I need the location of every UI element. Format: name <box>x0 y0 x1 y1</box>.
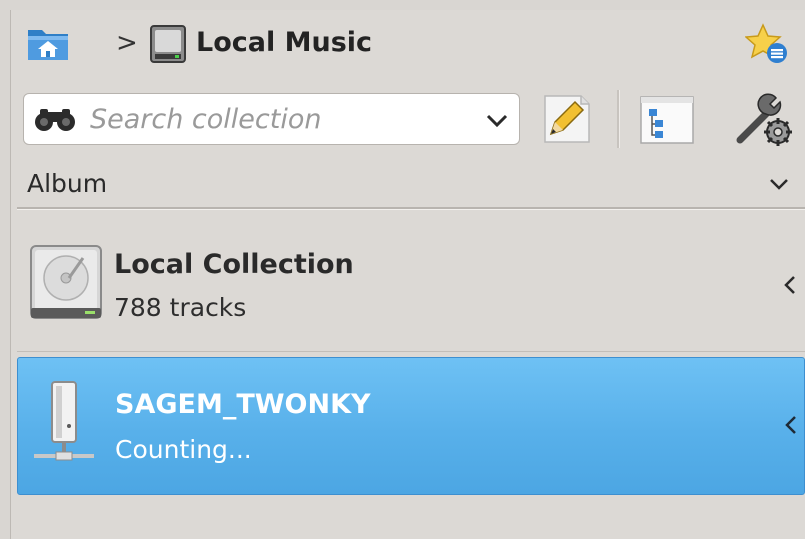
network-server-icon <box>32 380 96 470</box>
breadcrumb-current[interactable]: Local Music <box>196 26 372 60</box>
collection-status: Counting... <box>115 435 252 464</box>
music-disk-icon <box>149 24 187 64</box>
collection-item-sagem-twonky[interactable]: SAGEM_TWONKY Counting... <box>17 357 805 495</box>
chevron-left-icon[interactable] <box>782 412 800 438</box>
tree-view-icon <box>640 96 694 144</box>
collection-name: Local Collection <box>114 249 354 280</box>
chevron-down-icon[interactable] <box>768 172 790 196</box>
collection-item-local[interactable]: Local Collection 788 tracks <box>17 222 805 352</box>
tree-view-button[interactable] <box>637 93 697 147</box>
collection-track-count: 788 tracks <box>114 293 247 322</box>
star-bookmark-icon[interactable] <box>744 22 789 66</box>
edit-filter-icon <box>544 95 590 143</box>
divider <box>17 207 805 210</box>
toolbar-divider <box>617 90 620 148</box>
search-box[interactable] <box>23 93 520 145</box>
tools-settings-icon <box>736 93 792 146</box>
search-input[interactable] <box>90 100 470 138</box>
home-folder-icon[interactable] <box>26 24 70 62</box>
breadcrumb: > Local Music <box>10 14 795 70</box>
grouping-label[interactable]: Album <box>27 168 107 200</box>
breadcrumb-separator: > <box>116 28 138 58</box>
binoculars-icon <box>34 107 76 133</box>
edit-filter-button[interactable] <box>537 90 595 148</box>
tools-settings-button[interactable] <box>730 88 798 150</box>
hard-disk-icon <box>25 242 107 324</box>
chevron-down-icon[interactable] <box>482 107 512 133</box>
chevron-left-icon[interactable] <box>781 272 799 298</box>
collection-name: SAGEM_TWONKY <box>115 389 371 420</box>
